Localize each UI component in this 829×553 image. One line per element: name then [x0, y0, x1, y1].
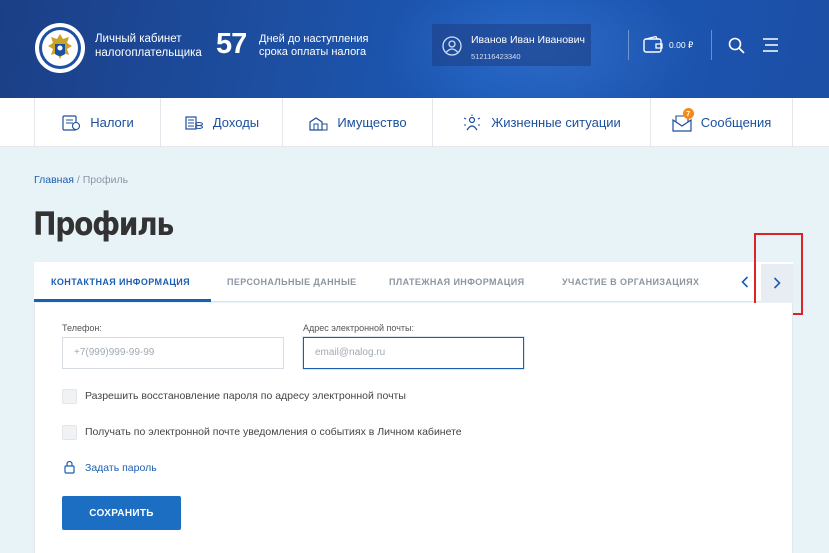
checkbox-email-notifications[interactable]	[62, 425, 77, 440]
nav-item-property[interactable]: Имущество	[282, 98, 432, 147]
messages-badge: 7	[682, 107, 694, 119]
header-divider	[711, 30, 712, 60]
tab-organizations[interactable]: УЧАСТИЕ В ОРГАНИЗАЦИЯХ	[562, 262, 699, 302]
nav-item-label: Сообщения	[700, 115, 772, 130]
tab-personal-data[interactable]: ПЕРСОНАЛЬНЫЕ ДАННЫЕ	[227, 262, 357, 302]
wallet-icon[interactable]	[643, 36, 663, 54]
active-tab-indicator	[34, 299, 211, 302]
phone-label: Телефон:	[62, 323, 102, 333]
breadcrumb-current: Профиль	[82, 174, 129, 186]
life-situations-icon	[463, 114, 481, 130]
income-icon	[185, 115, 203, 130]
nav-item-life-situations[interactable]: Жизненные ситуации	[432, 98, 650, 147]
breadcrumb-separator: /	[73, 174, 83, 186]
nav-item-label: Налоги	[90, 115, 134, 130]
tabs-prev-button[interactable]	[737, 270, 753, 294]
days-until-payment: Дней до наступления срока оплаты налога	[259, 33, 369, 59]
tab-contact-info[interactable]: КОНТАКТНАЯ ИНФОРМАЦИЯ	[51, 262, 190, 302]
breadcrumb: Главная / Профиль	[34, 174, 128, 186]
checkbox-password-recovery-label[interactable]: Разрешить восстановление пароля по адрес…	[85, 390, 406, 402]
page-title: Профиль	[33, 205, 174, 243]
days-text-line2: срока оплаты налога	[259, 46, 367, 58]
balance-value[interactable]: 0.00 ₽	[669, 40, 693, 51]
app-title: Личный кабинет налогоплательщика	[95, 32, 210, 60]
nav-item-income[interactable]: Доходы	[160, 98, 282, 147]
property-icon	[309, 116, 328, 131]
nav-item-label: Доходы	[212, 115, 260, 130]
set-password-link[interactable]: Задать пароль	[85, 462, 157, 474]
save-button[interactable]: СОХРАНИТЬ	[62, 496, 181, 530]
profile-tabs: КОНТАКТНАЯ ИНФОРМАЦИЯ ПЕРСОНАЛЬНЫЕ ДАННЫ…	[34, 262, 793, 302]
nav-item-label: Жизненные ситуации	[491, 115, 621, 130]
email-field[interactable]: email@nalog.ru	[303, 337, 524, 369]
checkbox-email-notifications-label[interactable]: Получать по электронной почте уведомлени…	[85, 426, 462, 438]
taxes-icon	[62, 114, 81, 131]
app-title-line1: Личный кабинет	[95, 33, 182, 45]
breadcrumb-home-link[interactable]: Главная	[34, 174, 74, 186]
nav-item-label: Имущество	[337, 115, 407, 130]
days-text-line1: Дней до наступления	[259, 33, 369, 45]
phone-field[interactable]: +7(999)999-99-99	[62, 337, 284, 369]
nav-item-messages[interactable]: 7 Сообщения	[650, 98, 793, 147]
user-icon	[442, 36, 462, 56]
menu-icon[interactable]	[763, 38, 778, 52]
user-name[interactable]: Иванов Иван Иванович	[471, 34, 585, 46]
messages-icon: 7	[672, 107, 694, 132]
checkbox-password-recovery[interactable]	[62, 389, 77, 404]
app-title-line2: налогоплательщика	[95, 47, 202, 59]
chevron-left-icon	[741, 276, 749, 288]
tab-payment-info[interactable]: ПЛАТЕЖНАЯ ИНФОРМАЦИЯ	[389, 262, 524, 302]
header-divider	[628, 30, 629, 60]
emblem-logo[interactable]	[34, 20, 86, 76]
days-count: 57	[216, 28, 247, 60]
main-nav: Налоги Доходы Имущество Жизненные ситуац…	[0, 98, 829, 147]
header: Личный кабинет налогоплательщика 57 Дней…	[0, 0, 829, 98]
nav-item-taxes[interactable]: Налоги	[34, 98, 160, 147]
email-label: Адрес электронной почты:	[303, 323, 415, 333]
user-inn: 512116423340	[471, 52, 521, 61]
search-icon[interactable]	[728, 37, 745, 54]
lock-icon	[64, 460, 75, 474]
